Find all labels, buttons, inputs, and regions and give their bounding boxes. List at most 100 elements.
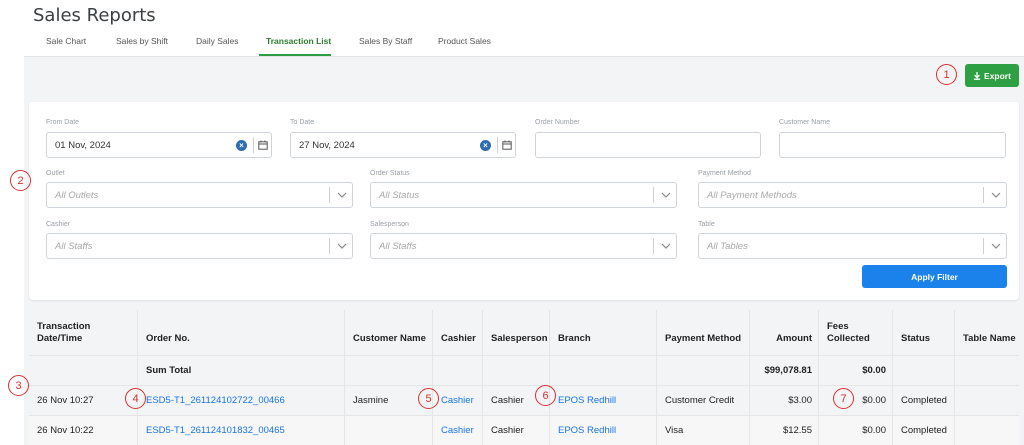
customer-name-label: Customer Name (779, 119, 830, 126)
tab-daily-sales[interactable]: Daily Sales (196, 36, 239, 46)
table-label: Table (698, 221, 715, 228)
chevron-down-icon (991, 192, 1001, 198)
cashier-link[interactable]: Cashier (433, 386, 483, 415)
order-no-link[interactable]: ESD5-T1_261124101832_00465 (138, 416, 345, 445)
header-divider (24, 56, 1024, 57)
export-button[interactable]: Export (965, 64, 1019, 87)
cashier-link[interactable]: Cashier (433, 416, 483, 445)
annotation-marker-6: 6 (535, 385, 556, 406)
table-name-cell (955, 416, 1019, 445)
annotation-marker-4: 4 (125, 388, 146, 409)
order-number-input[interactable] (535, 132, 761, 158)
table-cell (657, 356, 750, 385)
from-date-label: From Date (46, 119, 80, 126)
cashier-label: Cashier (46, 221, 71, 228)
col-header-cashier[interactable]: Cashier (433, 310, 483, 355)
tab-product-sales[interactable]: Product Sales (438, 36, 491, 46)
salesperson-cell: Cashier (483, 416, 550, 445)
col-header-status[interactable]: Status (893, 310, 955, 355)
col-header-table-name[interactable]: Table Name (955, 310, 1019, 355)
annotation-marker-5: 5 (418, 388, 439, 409)
col-header-order-no[interactable]: Order No. (138, 310, 345, 355)
col-header-payment-method[interactable]: Payment Method (657, 310, 750, 355)
table-cell (29, 356, 138, 385)
annotation-marker-7: 7 (833, 388, 854, 409)
table-row: 26 Nov 10:27 ESD5-T1_261124102722_00466 … (29, 386, 1019, 416)
branch-link[interactable]: EPOS Redhill (550, 416, 657, 445)
page-title: Sales Reports (33, 5, 156, 26)
chevron-down-icon (337, 192, 347, 198)
payment-method-placeholder: All Payment Methods (707, 189, 797, 201)
apply-filter-button[interactable]: Apply Filter (862, 265, 1007, 288)
col-header-datetime[interactable]: Transaction Date/Time (29, 310, 138, 355)
field-separator (983, 187, 984, 203)
status-cell: Completed (893, 416, 955, 445)
salesperson-select[interactable]: All Staffs (370, 233, 677, 259)
amount-cell: $12.55 (750, 416, 819, 445)
export-label: Export (984, 70, 1011, 81)
chevron-down-icon (661, 192, 671, 198)
order-status-select[interactable]: All Status (370, 182, 677, 208)
datetime-cell: 26 Nov 10:27 (29, 386, 138, 415)
tab-sale-chart[interactable]: Sale Chart (46, 36, 86, 46)
sum-total-row: Sum Total $99,078.81 $0.00 (29, 356, 1019, 386)
salesperson-label: Salesperson (370, 221, 409, 228)
from-date-value: 01 Nov, 2024 (55, 139, 111, 151)
sum-total-label: Sum Total (138, 356, 345, 385)
order-status-placeholder: All Status (379, 189, 420, 201)
to-date-field[interactable]: 27 Nov, 2024 × (290, 132, 516, 158)
customer-name-input[interactable] (779, 132, 1006, 158)
chevron-down-icon (337, 243, 347, 249)
col-header-branch[interactable]: Branch (550, 310, 657, 355)
download-icon (973, 71, 981, 80)
payment-method-cell: Customer Credit (657, 386, 750, 415)
table-select[interactable]: All Tables (698, 233, 1007, 259)
field-separator (653, 187, 654, 203)
to-date-label: To Date (290, 119, 315, 126)
cashier-select[interactable]: All Staffs (46, 233, 353, 259)
order-no-link[interactable]: ESD5-T1_261124102722_00466 (138, 386, 345, 415)
col-header-salesperson[interactable]: Salesperson (483, 310, 550, 355)
table-cell (345, 356, 433, 385)
clear-icon[interactable]: × (236, 140, 247, 151)
chevron-down-icon (991, 243, 1001, 249)
from-date-field[interactable]: 01 Nov, 2024 × (46, 132, 272, 158)
clear-icon[interactable]: × (480, 140, 491, 151)
filter-panel: From Date 01 Nov, 2024 × To Date 27 Nov,… (29, 102, 1019, 300)
field-separator (253, 137, 254, 153)
field-separator (653, 238, 654, 254)
table-cell (433, 356, 483, 385)
payment-method-cell: Visa (657, 416, 750, 445)
annotation-marker-1: 1 (936, 64, 957, 85)
sum-total-fees: $0.00 (819, 356, 893, 385)
cashier-placeholder: All Staffs (55, 240, 93, 252)
order-number-label: Order Number (535, 119, 580, 126)
page: Sales Reports Sale Chart Sales by Shift … (24, 0, 1024, 445)
payment-method-select[interactable]: All Payment Methods (698, 182, 1007, 208)
sum-total-amount: $99,078.81 (750, 356, 819, 385)
col-header-amount[interactable]: Amount (750, 310, 819, 355)
outlet-placeholder: All Outlets (55, 189, 99, 201)
amount-cell: $3.00 (750, 386, 819, 415)
chevron-down-icon (661, 243, 671, 249)
branch-link[interactable]: EPOS Redhill (550, 386, 657, 415)
calendar-icon[interactable] (258, 140, 268, 150)
tab-transaction-list[interactable]: Transaction List (266, 36, 331, 46)
table-row: 26 Nov 10:22 ESD5-T1_261124101832_00465 … (29, 416, 1019, 445)
annotation-marker-3: 3 (8, 375, 29, 396)
datetime-cell: 26 Nov 10:22 (29, 416, 138, 445)
col-header-fees[interactable]: Fees Collected (819, 310, 893, 355)
fees-cell: $0.00 (819, 416, 893, 445)
col-header-customer-name[interactable]: Customer Name (345, 310, 433, 355)
tab-sales-by-shift[interactable]: Sales by Shift (116, 36, 168, 46)
field-separator (329, 187, 330, 203)
tab-sales-by-staff[interactable]: Sales By Staff (359, 36, 412, 46)
outlet-label: Outlet (46, 170, 65, 177)
table-name-cell (955, 386, 1019, 415)
payment-method-label: Payment Method (698, 170, 751, 177)
outlet-select[interactable]: All Outlets (46, 182, 353, 208)
table-cell (893, 356, 955, 385)
table-cell (955, 356, 1019, 385)
table-header-row: Transaction Date/Time Order No. Customer… (29, 310, 1019, 356)
calendar-icon[interactable] (502, 140, 512, 150)
